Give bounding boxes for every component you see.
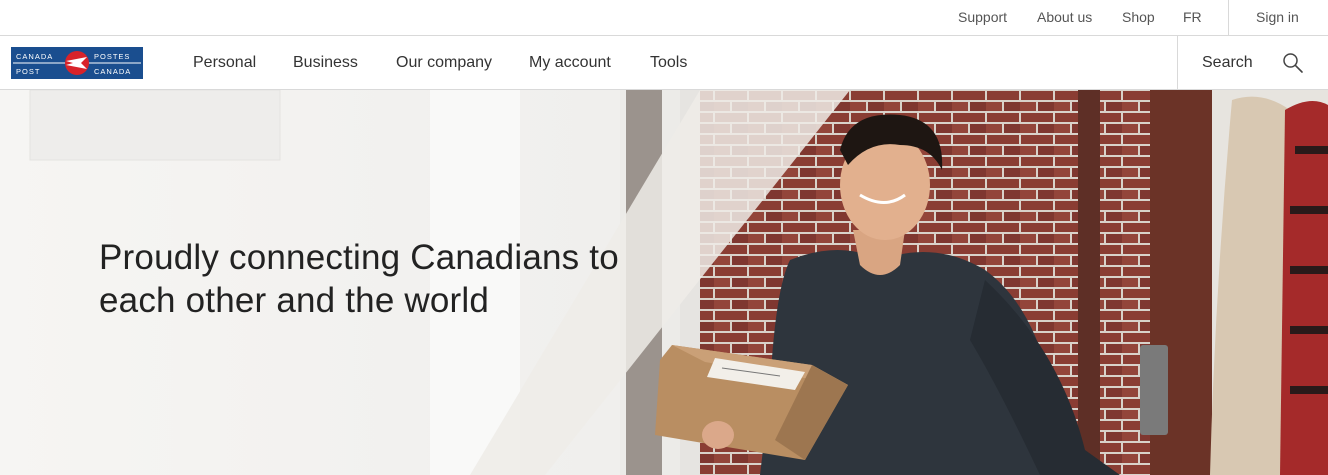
svg-text:CANADA: CANADA (16, 52, 53, 61)
nav-item-our-company[interactable]: Our company (396, 36, 492, 89)
main-navigation: CANADA POSTES POST CANADA Personal Busin… (0, 36, 1328, 90)
support-link[interactable]: Support (958, 0, 1007, 36)
hero-title: Proudly connecting Canadians to each oth… (99, 238, 619, 320)
utility-bar: Support About us Shop FR Sign in (0, 0, 1328, 36)
search-icon (1283, 53, 1303, 73)
search-button[interactable]: Search (1177, 36, 1328, 89)
utility-divider (1228, 0, 1229, 36)
svg-text:CANADA: CANADA (94, 67, 131, 76)
shop-link[interactable]: Shop (1122, 0, 1155, 36)
sign-in-link[interactable]: Sign in (1256, 0, 1299, 36)
search-label: Search (1202, 54, 1253, 71)
svg-text:POST: POST (16, 67, 40, 76)
canada-post-logo-icon: CANADA POSTES POST CANADA (11, 47, 143, 79)
svg-text:POSTES: POSTES (94, 52, 130, 61)
nav-item-tools[interactable]: Tools (650, 36, 687, 89)
language-toggle-link[interactable]: FR (1183, 0, 1202, 36)
nav-item-personal[interactable]: Personal (193, 36, 256, 89)
about-us-link[interactable]: About us (1037, 0, 1092, 36)
canada-post-logo[interactable]: CANADA POSTES POST CANADA (11, 47, 143, 79)
nav-item-my-account[interactable]: My account (529, 36, 611, 89)
hero-banner: Proudly connecting Canadians to each oth… (0, 90, 1328, 475)
nav-item-business[interactable]: Business (293, 36, 358, 89)
